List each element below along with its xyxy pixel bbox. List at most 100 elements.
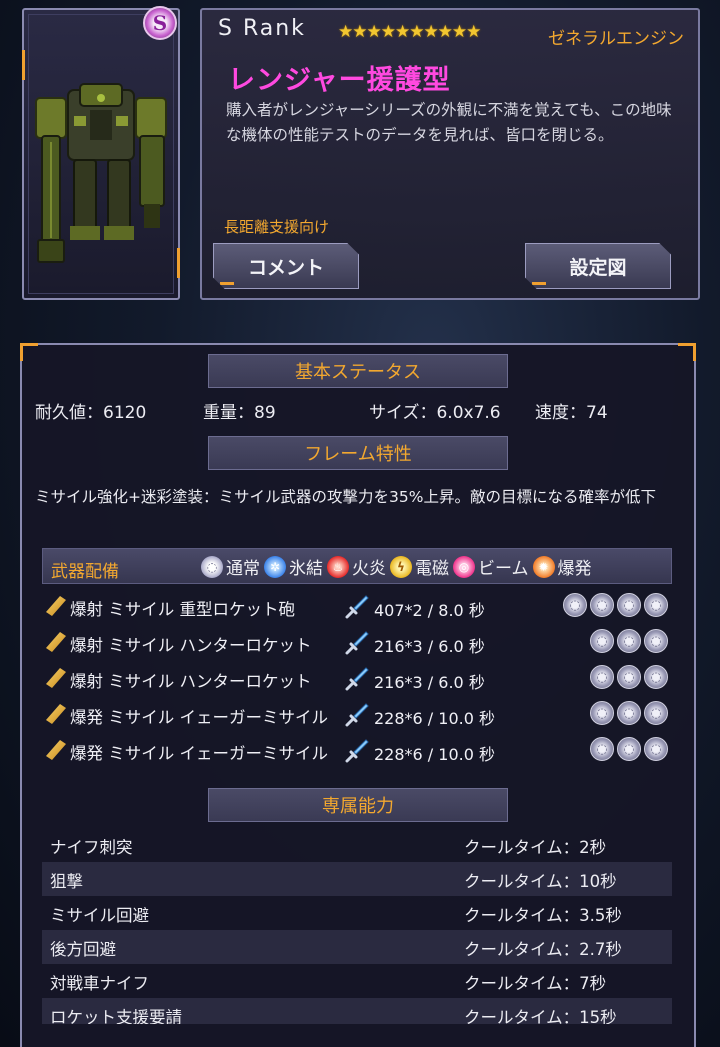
mech-image: [35, 83, 167, 263]
weapon-row[interactable]: 爆発 ミサイル イェーガーミサイル 228*6 / 10.0 秒 ◌ ◌ ◌: [42, 698, 672, 734]
weight-stat: 重量：89: [203, 403, 276, 423]
design-button[interactable]: 設定図: [525, 243, 671, 289]
normal-element-icon: ◌: [590, 701, 614, 725]
sword-icon: [345, 595, 369, 619]
weapon-stat: 228*6 / 10.0 秒: [374, 709, 495, 728]
missile-icon: [46, 596, 66, 616]
explosion-icon: ✹: [532, 555, 555, 578]
ability-cooldown: クールタイム：3.5秒: [464, 906, 622, 925]
comment-button-label: コメント: [247, 256, 324, 279]
ability-name: ナイフ刺突: [50, 838, 133, 857]
weapon-row[interactable]: 爆発 ミサイル イェーガーミサイル 228*6 / 10.0 秒 ◌ ◌ ◌: [42, 734, 672, 770]
weapon-stat: 216*3 / 6.0 秒: [374, 637, 485, 656]
section-basic-status: 基本ステータス: [208, 354, 508, 388]
rank-badge-icon: S: [143, 6, 177, 40]
normal-element-icon: ◌: [617, 593, 641, 617]
normal-icon: ◌: [201, 555, 223, 578]
normal-element-icon: ◌: [590, 629, 614, 653]
missile-icon: [46, 632, 66, 652]
weapon-elements: ◌ ◌ ◌ ◌: [560, 593, 668, 617]
weapon-row[interactable]: 爆射 ミサイル ハンターロケット 216*3 / 6.0 秒 ◌ ◌ ◌: [42, 626, 672, 662]
normal-element-icon: ◌: [590, 737, 614, 761]
weapon-elements: ◌ ◌ ◌: [587, 665, 668, 689]
role-tag: 長距離支援向け: [224, 218, 330, 236]
weapon-row[interactable]: 爆射 ミサイル ハンターロケット 216*3 / 6.0 秒 ◌ ◌ ◌: [42, 662, 672, 698]
weapon-stat: 407*2 / 8.0 秒: [374, 601, 485, 620]
legend-beam: ビーム: [478, 559, 529, 579]
unit-name: レンジャー援護型: [228, 65, 451, 96]
section-frame-traits: フレーム特性: [208, 436, 508, 470]
legend-fire: 火炎: [352, 559, 386, 579]
normal-element-icon: ◌: [590, 593, 614, 617]
normal-element-icon: ◌: [617, 701, 641, 725]
section-abilities: 専属能力: [208, 788, 508, 822]
ability-name: 対戦車ナイフ: [50, 974, 149, 993]
ability-row: 対戦車ナイフ クールタイム：7秒: [42, 964, 672, 998]
weapon-name: 爆射 ミサイル ハンターロケット: [70, 636, 312, 655]
electro-icon: ϟ: [390, 555, 412, 578]
ability-cooldown: クールタイム：2秒: [464, 838, 607, 857]
sword-icon: [345, 703, 369, 727]
weapon-elements: ◌ ◌ ◌: [587, 737, 668, 761]
normal-element-icon: ◌: [644, 737, 668, 761]
missile-icon: [46, 704, 66, 724]
weapon-name: 爆射 ミサイル ハンターロケット: [70, 672, 312, 691]
legend-explosion: 爆発: [557, 559, 592, 579]
ability-name: ミサイル回避: [50, 906, 149, 925]
beam-icon: ◎: [453, 555, 475, 578]
ability-name: 後方回避: [50, 940, 116, 959]
ability-cooldown: クールタイム：10秒: [464, 872, 617, 891]
normal-element-icon: ◌: [644, 629, 668, 653]
comment-button[interactable]: コメント: [213, 243, 359, 289]
weapon-name: 爆発 ミサイル イェーガーミサイル: [70, 744, 328, 763]
sword-icon: [345, 667, 369, 691]
ability-row: 後方回避 クールタイム：2.7秒: [42, 930, 672, 964]
normal-element-icon: ◌: [617, 665, 641, 689]
sword-icon: [345, 631, 369, 655]
speed-stat: 速度：74: [535, 403, 608, 423]
weapon-row[interactable]: 爆射 ミサイル 重型ロケット砲 407*2 / 8.0 秒 ◌ ◌ ◌ ◌: [42, 590, 672, 626]
legend-normal: 通常: [226, 559, 260, 579]
ability-row: ロケット支援要請 クールタイム：15秒: [42, 998, 672, 1024]
weapon-elements: ◌ ◌ ◌: [587, 701, 668, 725]
normal-element-icon: ◌: [644, 593, 668, 617]
manufacturer: ゼネラルエンジン: [548, 29, 684, 49]
ability-cooldown: クールタイム：15秒: [464, 1008, 617, 1024]
weapon-name: 爆発 ミサイル イェーガーミサイル: [70, 708, 328, 727]
ice-icon: ✲: [264, 555, 286, 578]
unit-description: 購入者がレンジャーシリーズの外観に不満を覚えても、この地味な機体の性能テストのデ…: [226, 101, 672, 144]
missile-icon: [46, 668, 66, 688]
weapons-title: 武器配備: [51, 562, 119, 582]
legend-electro: 電磁: [415, 559, 449, 579]
design-button-label: 設定図: [569, 256, 627, 279]
ability-name: 狙撃: [50, 872, 83, 891]
weapon-stat: 216*3 / 6.0 秒: [374, 673, 485, 692]
sword-icon: [345, 739, 369, 763]
frame-trait-description: ミサイル強化+迷彩塗装：ミサイル武器の攻撃力を35%上昇。敵の目標になる確率が低…: [35, 488, 656, 506]
star-rating: ★★★★★★★★★★: [338, 22, 481, 42]
weapon-elements: ◌ ◌ ◌: [587, 629, 668, 653]
rank-label: S Rank: [218, 16, 306, 41]
ability-row: 狙撃 クールタイム：10秒: [42, 862, 672, 896]
durability-stat: 耐久値：6120: [35, 403, 147, 423]
normal-element-icon: ◌: [617, 629, 641, 653]
legend-ice: 氷結: [289, 559, 323, 579]
weapon-list[interactable]: 爆射 ミサイル 重型ロケット砲 407*2 / 8.0 秒 ◌ ◌ ◌ ◌ 爆射…: [42, 588, 672, 774]
ability-cooldown: クールタイム：2.7秒: [464, 940, 622, 959]
normal-element-icon: ◌: [644, 665, 668, 689]
ability-row: ナイフ刺突 クールタイム：2秒: [42, 828, 672, 862]
element-legend: ◌ 通常 ✲ 氷結 ♨ 火炎 ϟ 電磁 ◎ ビーム ✹ 爆発: [201, 554, 596, 579]
normal-element-icon: ◌: [590, 665, 614, 689]
normal-element-icon: ◌: [617, 737, 641, 761]
weapon-header: 武器配備 ◌ 通常 ✲ 氷結 ♨ 火炎 ϟ 電磁 ◎ ビーム ✹ 爆発: [42, 548, 672, 584]
weapon-stat: 228*6 / 10.0 秒: [374, 745, 495, 764]
ability-row: ミサイル回避 クールタイム：3.5秒: [42, 896, 672, 930]
fire-icon: ♨: [327, 555, 349, 578]
weapon-name: 爆射 ミサイル 重型ロケット砲: [70, 600, 295, 619]
ability-cooldown: クールタイム：7秒: [464, 974, 607, 993]
ability-name: ロケット支援要請: [50, 1008, 182, 1024]
size-stat: サイズ：6.0x7.6: [369, 403, 501, 423]
normal-element-icon: ◌: [563, 593, 587, 617]
normal-element-icon: ◌: [644, 701, 668, 725]
missile-icon: [46, 740, 66, 760]
